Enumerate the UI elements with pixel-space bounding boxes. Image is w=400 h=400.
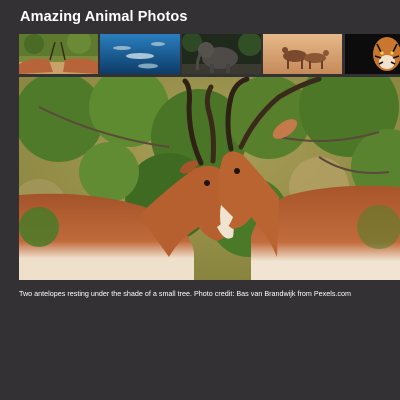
- thumbnail-strip: [19, 34, 400, 74]
- thumbnail-dolphins[interactable]: [100, 34, 180, 74]
- tiger-thumbnail-image: [345, 34, 400, 74]
- page-title: Amazing Animal Photos: [20, 9, 188, 25]
- dolphins-thumbnail-image: [100, 34, 180, 74]
- main-photo: [19, 77, 400, 280]
- photo-caption: Two antelopes resting under the shade of…: [19, 289, 351, 298]
- antelopes-photo: [19, 77, 400, 280]
- antelopes-thumbnail-image: [19, 34, 98, 74]
- thumbnail-elephant[interactable]: [182, 34, 261, 74]
- thumbnail-antelopes[interactable]: [19, 34, 98, 74]
- thumbnail-horses[interactable]: [263, 34, 342, 74]
- horses-thumbnail-image: [263, 34, 342, 74]
- gallery-page: Amazing Animal Photos Two antelopes rest…: [0, 0, 400, 400]
- thumbnail-tiger[interactable]: [345, 34, 400, 74]
- elephant-thumbnail-image: [182, 34, 261, 74]
